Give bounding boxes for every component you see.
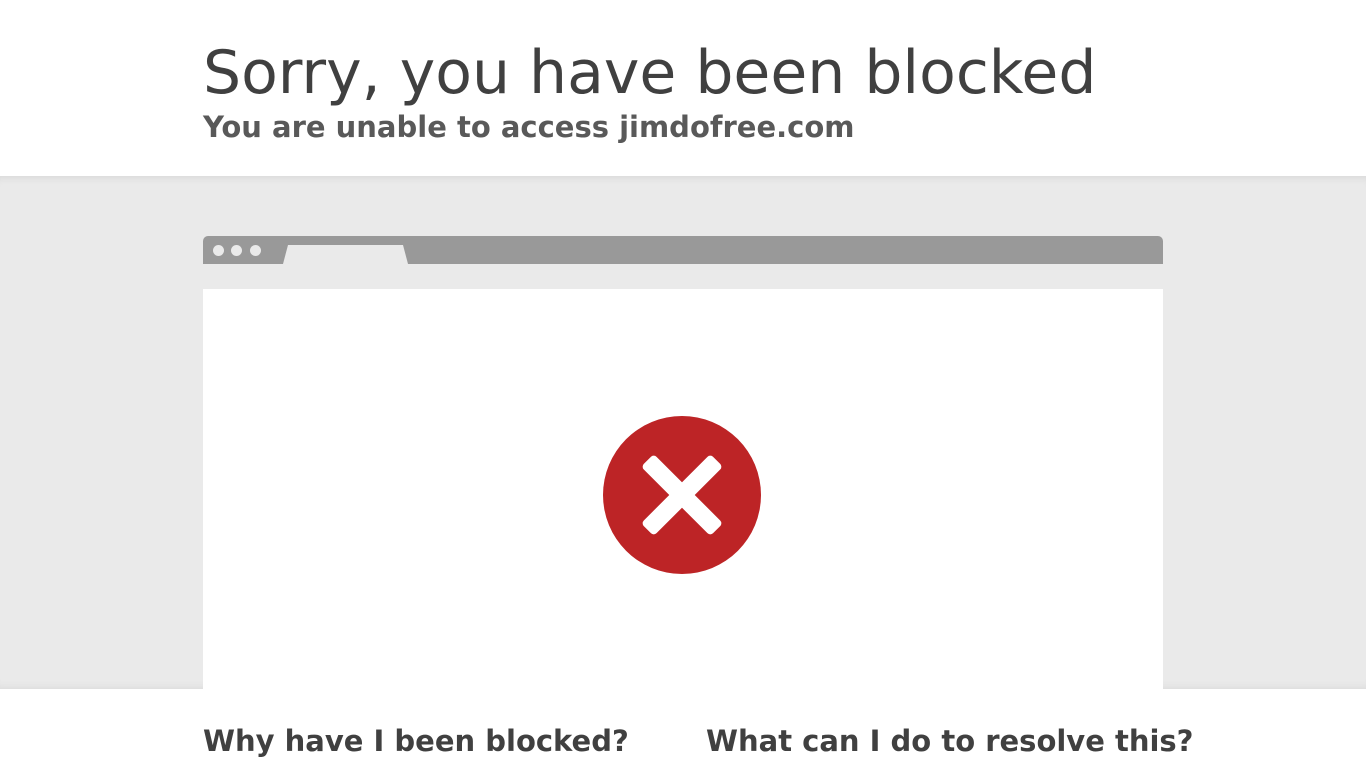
browser-window-bar <box>203 236 1163 264</box>
window-dot-icon <box>213 245 224 256</box>
browser-tab <box>283 245 408 264</box>
page-title: Sorry, you have been blocked <box>203 38 1097 108</box>
window-dot-icon <box>231 245 242 256</box>
resolve-heading: What can I do to resolve this? <box>706 724 1194 758</box>
window-dot-icon <box>250 245 261 256</box>
error-x-icon <box>603 416 761 574</box>
page-header: Sorry, you have been blocked You are una… <box>0 0 1366 176</box>
info-sections: Why have I been blocked? What can I do t… <box>0 689 1366 768</box>
page-subtitle: You are unable to access jimdofree.com <box>203 110 855 144</box>
why-blocked-heading: Why have I been blocked? <box>203 724 629 758</box>
browser-toolbar <box>203 264 1163 289</box>
